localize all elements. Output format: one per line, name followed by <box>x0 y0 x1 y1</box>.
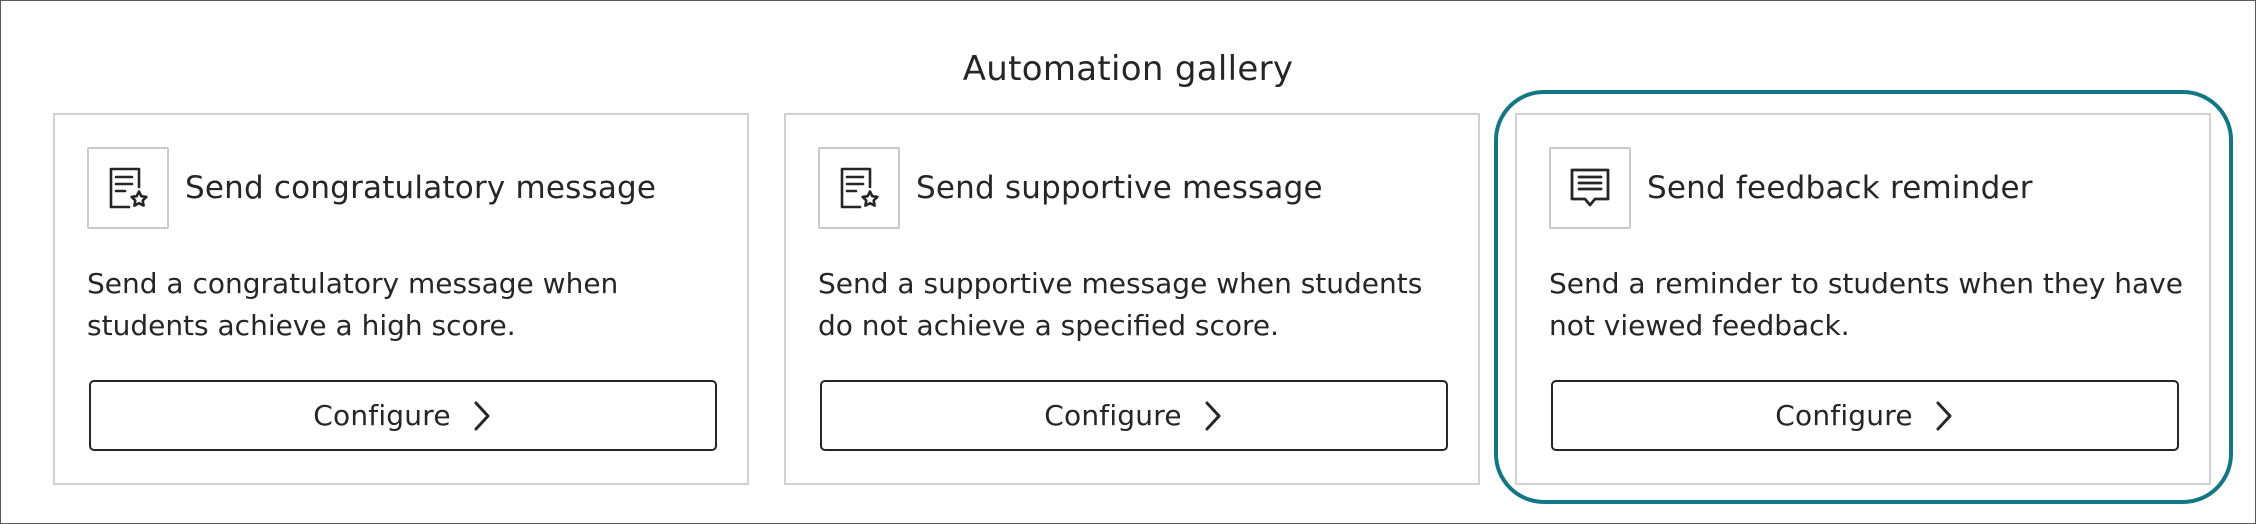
configure-button[interactable]: Configure <box>1551 380 2179 451</box>
configure-button-label: Configure <box>313 399 451 432</box>
chevron-right-icon <box>471 399 493 433</box>
card-description: Send a supportive message when students … <box>818 267 1423 342</box>
configure-button-label: Configure <box>1775 399 1913 432</box>
chevron-right-icon <box>1202 399 1224 433</box>
automation-card-supportive: Send supportive message Send a supportiv… <box>784 113 1480 485</box>
certificate-star-icon <box>818 147 900 229</box>
page-title: Automation gallery <box>962 49 1294 89</box>
configure-button[interactable]: Configure <box>820 380 1448 451</box>
certificate-star-icon <box>87 147 169 229</box>
card-description: Send a reminder to students when they ha… <box>1549 267 2183 342</box>
card-title: Send feedback reminder <box>1647 170 2033 206</box>
message-bubble-icon <box>1549 147 1631 229</box>
configure-button[interactable]: Configure <box>89 380 717 451</box>
chevron-right-icon <box>1933 399 1955 433</box>
card-title: Send congratulatory message <box>185 170 657 206</box>
automation-card-feedback-reminder: Send feedback reminder Send a reminder t… <box>1515 113 2211 485</box>
configure-button-label: Configure <box>1044 399 1182 432</box>
card-title: Send supportive message <box>916 170 1323 206</box>
automation-card-congratulatory: Send congratulatory message Send a congr… <box>53 113 749 485</box>
card-description: Send a congratulatory message when stude… <box>87 267 619 342</box>
